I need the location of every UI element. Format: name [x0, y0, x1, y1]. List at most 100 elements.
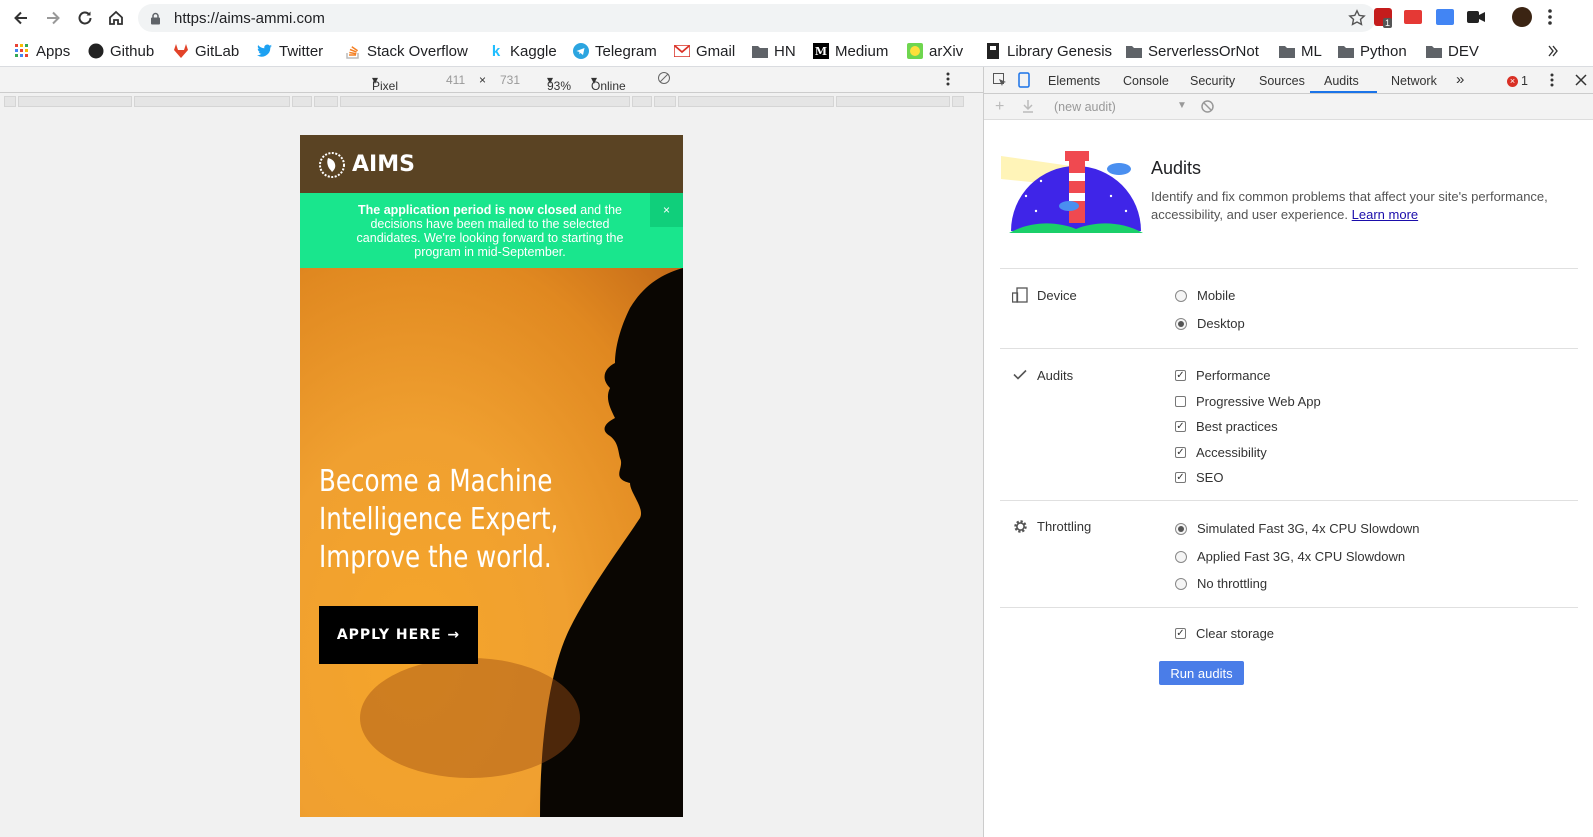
back-icon[interactable]: [9, 6, 33, 30]
github-icon: [88, 43, 104, 59]
checkbox-best-practices[interactable]: ✓ Best practices: [1175, 419, 1278, 434]
bookmark-serverlessornot[interactable]: ServerlessOrNot: [1126, 41, 1259, 61]
error-count[interactable]: × 1: [1507, 74, 1528, 88]
inspect-element-icon[interactable]: [993, 73, 1007, 87]
checkbox-performance[interactable]: ✓ Performance: [1175, 368, 1270, 383]
home-icon[interactable]: [104, 6, 128, 30]
learn-more-link[interactable]: Learn more: [1352, 207, 1418, 222]
forward-icon[interactable]: [41, 6, 65, 30]
radio-button-selected: [1175, 522, 1187, 535]
bookmark-label: Library Genesis: [1007, 42, 1113, 60]
chevron-down-icon[interactable]: ▼: [1177, 100, 1187, 111]
site-logo-text[interactable]: AIMS: [352, 152, 415, 177]
radio-button-selected: [1175, 317, 1187, 330]
bookmark-python[interactable]: Python: [1338, 41, 1407, 61]
stackoverflow-icon: [345, 43, 361, 59]
bookmark-stackoverflow[interactable]: Stack Overflow: [345, 41, 468, 61]
height-input[interactable]: 731: [500, 73, 520, 87]
audit-select[interactable]: (new audit): [1054, 100, 1116, 114]
zoom-select[interactable]: 93% ▾: [547, 73, 571, 93]
bookmark-medium[interactable]: M Medium: [813, 41, 888, 61]
device-menu-icon[interactable]: [946, 72, 950, 86]
checkbox-checked: ✓: [1175, 628, 1186, 639]
tab-audits[interactable]: Audits: [1324, 74, 1359, 88]
tab-sources[interactable]: Sources: [1259, 74, 1305, 88]
telegram-icon: [573, 43, 589, 59]
star-icon[interactable]: [1348, 9, 1366, 27]
tab-elements[interactable]: Elements: [1048, 74, 1100, 88]
reload-icon[interactable]: [73, 6, 97, 30]
arxiv-icon: [907, 43, 923, 59]
bookmark-ml[interactable]: ML: [1279, 41, 1322, 61]
width-input[interactable]: 411: [446, 73, 465, 87]
bookmark-kaggle[interactable]: k Kaggle: [488, 41, 557, 61]
bookmark-label: arXiv: [929, 42, 964, 60]
bookmark-dev[interactable]: DEV: [1426, 41, 1479, 61]
radio-simulated-throttling[interactable]: Simulated Fast 3G, 4x CPU Slowdown: [1175, 521, 1420, 536]
bookmark-github[interactable]: Github: [88, 41, 154, 61]
checkbox-seo[interactable]: ✓ SEO: [1175, 470, 1223, 485]
checkbox-accessibility[interactable]: ✓ Accessibility: [1175, 445, 1267, 460]
radio-desktop[interactable]: Desktop: [1175, 316, 1245, 331]
gear-icon: [1013, 519, 1028, 534]
more-tabs-icon[interactable]: »: [1456, 71, 1464, 88]
translate-extension-icon[interactable]: [1436, 9, 1454, 25]
bookmark-label: Github: [110, 42, 155, 60]
bookmark-label: Apps: [36, 42, 71, 60]
radio-button: [1175, 289, 1187, 302]
radio-no-throttling[interactable]: No throttling: [1175, 576, 1267, 591]
checkbox-checked: ✓: [1175, 421, 1186, 432]
clear-icon[interactable]: [1201, 100, 1214, 113]
device-select[interactable]: Pixel 2 ▾: [372, 73, 398, 107]
rotate-icon[interactable]: [657, 71, 671, 85]
device-emulation-pane: Pixel 2 ▾ 411 × 731 93% ▾ Online ▾ AIMS: [0, 67, 983, 837]
download-icon[interactable]: [1022, 100, 1034, 113]
checkbox-pwa[interactable]: Progressive Web App: [1175, 394, 1321, 409]
bookmark-gitlab[interactable]: GitLab: [173, 41, 239, 61]
checkbox-clear-storage[interactable]: ✓ Clear storage: [1175, 626, 1274, 641]
close-devtools-icon[interactable]: [1575, 74, 1587, 86]
banner-close-button[interactable]: ×: [650, 193, 683, 227]
tab-console[interactable]: Console: [1123, 74, 1169, 88]
profile-avatar[interactable]: [1512, 7, 1532, 27]
bookmark-hn[interactable]: HN: [752, 41, 796, 61]
more-bookmarks-icon[interactable]: [1548, 45, 1558, 57]
radio-applied-throttling[interactable]: Applied Fast 3G, 4x CPU Slowdown: [1175, 549, 1405, 564]
bookmark-label: Kaggle: [510, 42, 557, 60]
folder-icon: [1338, 43, 1354, 59]
bookmark-library-genesis[interactable]: Library Genesis: [985, 41, 1112, 61]
bookmark-telegram[interactable]: Telegram: [573, 41, 657, 61]
radio-mobile[interactable]: Mobile: [1175, 288, 1235, 303]
media-query-ruler: [0, 94, 983, 110]
folder-icon: [1426, 43, 1442, 59]
video-extension-icon[interactable]: [1467, 11, 1485, 23]
bookmark-gmail[interactable]: Gmail: [674, 41, 735, 61]
devtools-menu-icon[interactable]: [1550, 73, 1554, 87]
apply-button[interactable]: APPLY HERE →: [319, 606, 478, 664]
address-bar[interactable]: https://aims-ammi.com: [138, 4, 1376, 32]
add-audit-icon[interactable]: +: [995, 98, 1004, 116]
extension-icon[interactable]: [1404, 10, 1422, 24]
bookmark-label: Telegram: [595, 42, 657, 60]
hero-section: Become a Machine Intelligence Expert, Im…: [300, 268, 683, 817]
dimension-separator: ×: [479, 73, 487, 87]
network-select[interactable]: Online ▾: [591, 73, 626, 93]
audits-description: Identify and fix common problems that af…: [1151, 188, 1561, 224]
menu-icon[interactable]: [1548, 8, 1552, 26]
bookmark-apps[interactable]: Apps: [14, 41, 70, 61]
device-toolbar-icon[interactable]: [1018, 72, 1030, 88]
tab-network[interactable]: Network: [1391, 74, 1437, 88]
throttling-label: Throttling: [1037, 519, 1092, 534]
apps-grid-icon: [14, 43, 30, 59]
bookmark-twitter[interactable]: Twitter: [257, 41, 323, 61]
tab-security[interactable]: Security: [1190, 74, 1235, 88]
bookmark-arxiv[interactable]: arXiv: [907, 41, 963, 61]
bookmark-label: ServerlessOrNot: [1148, 42, 1259, 60]
run-audits-button[interactable]: Run audits: [1159, 661, 1244, 685]
aims-logo-icon[interactable]: [319, 152, 345, 178]
ublock-extension-icon[interactable]: 1: [1374, 8, 1393, 28]
folder-icon: [1279, 43, 1295, 59]
run-section: ✓ Clear storage: [1000, 607, 1578, 717]
hero-headline: Become a Machine Intelligence Expert, Im…: [319, 464, 559, 575]
url-text: https://aims-ammi.com: [174, 10, 325, 27]
